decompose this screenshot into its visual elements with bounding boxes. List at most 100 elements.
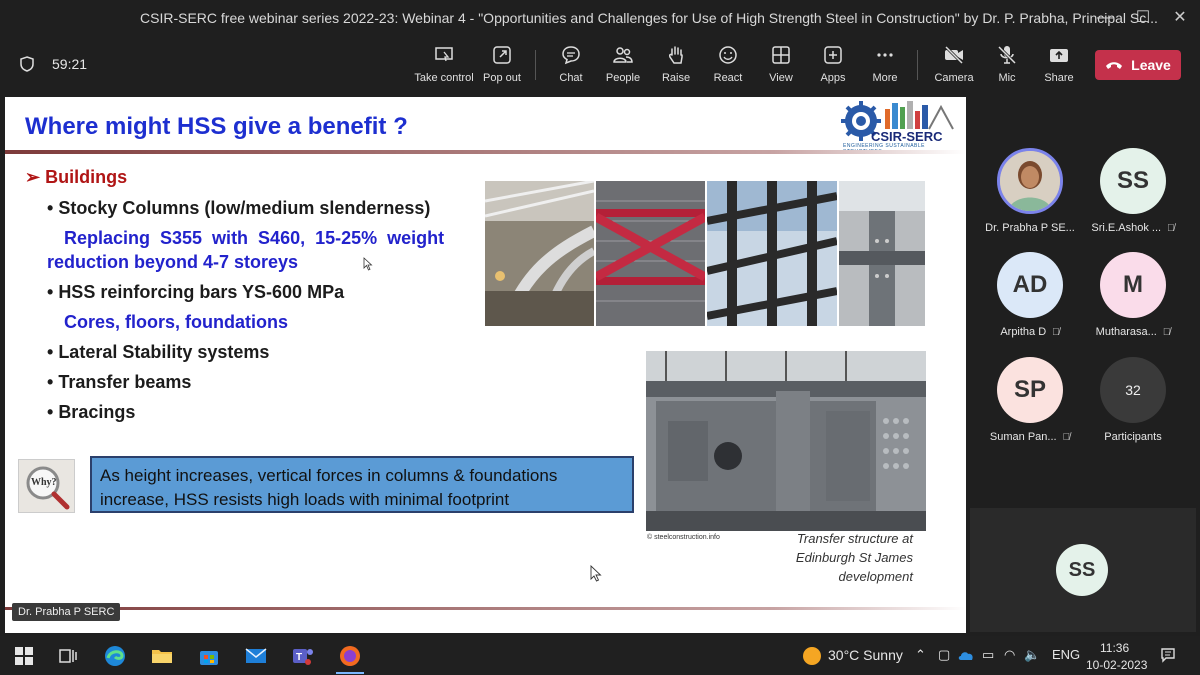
apps-label: Apps: [820, 72, 846, 84]
close-button[interactable]: ✕: [1160, 6, 1200, 30]
meeting-timer: 59:21: [20, 56, 87, 72]
battery-icon[interactable]: ▭: [982, 647, 994, 663]
avatar: AD: [997, 252, 1063, 318]
take-control-label: Take control: [414, 72, 474, 84]
speaker-muted-icon[interactable]: 🔈: [1024, 647, 1040, 663]
take-control-icon: [435, 47, 453, 62]
clock-time[interactable]: 11:36: [1100, 641, 1129, 655]
tray-apps-icon[interactable]: ▢: [938, 647, 950, 663]
apps-button[interactable]: Apps: [805, 44, 861, 90]
chat-label: Chat: [559, 72, 583, 84]
participant-name: Sri.E.Ashok ...: [1091, 222, 1162, 234]
callout-box: As height increases, vertical forces in …: [90, 456, 634, 513]
firefox-icon[interactable]: [338, 644, 362, 668]
camera-label: Camera: [934, 72, 974, 84]
presenter-name-tag: Dr. Prabha P SERC: [12, 603, 121, 621]
more-dots-icon: [877, 53, 893, 57]
more-label: More: [872, 72, 898, 84]
raise-hand-button[interactable]: Raise: [648, 44, 704, 90]
pop-out-label: Pop out: [483, 72, 521, 84]
camera-button[interactable]: Camera: [926, 44, 982, 90]
mic-button[interactable]: Mic: [979, 44, 1035, 90]
minimize-button[interactable]: —: [1085, 6, 1125, 30]
camera-off-icon: [944, 45, 964, 65]
sun-weather-icon: [803, 647, 821, 665]
participant-tile[interactable]: SS Sri.E.Ashok ... 🎙̸: [1083, 148, 1183, 234]
mic-off-icon: 🎙̸: [1167, 222, 1175, 234]
photo-column-joint: [839, 181, 925, 326]
maximize-button[interactable]: ☐: [1123, 6, 1163, 30]
add-apps-icon: [824, 46, 842, 64]
notification-icon[interactable]: [1160, 647, 1176, 663]
tray-chevron-icon[interactable]: ⌃: [915, 647, 926, 663]
photo-caption: Transfer structure at Edinburgh St James…: [775, 529, 913, 586]
bullet-text: Transfer beams: [58, 372, 192, 392]
pop-out-icon: [493, 46, 511, 64]
take-control-button[interactable]: Take control: [414, 44, 474, 90]
mic-off-icon: 🎙̸: [1162, 326, 1171, 338]
participant-tile[interactable]: SP Suman Pan... 🎙̸: [980, 357, 1080, 443]
participants-overflow-tile[interactable]: 32 Participants: [1083, 357, 1183, 443]
photo-transfer-structure: [646, 351, 926, 531]
edge-browser-icon[interactable]: [103, 644, 127, 668]
participant-tile[interactable]: Dr. Prabha P SE...: [980, 148, 1080, 234]
buildings-heading: ➢ Buildings: [25, 167, 128, 187]
mail-icon[interactable]: [244, 644, 268, 668]
caption-line: Transfer structure at: [796, 531, 913, 546]
file-explorer-icon[interactable]: [150, 644, 174, 668]
self-view: SS: [970, 508, 1196, 632]
buildings-heading-text: Buildings: [45, 167, 128, 187]
teams-icon[interactable]: T: [291, 644, 315, 668]
onedrive-cloud-icon[interactable]: [958, 649, 974, 661]
react-button[interactable]: React: [700, 44, 756, 90]
more-button[interactable]: More: [857, 44, 913, 90]
chat-button[interactable]: Chat: [543, 44, 599, 90]
share-button[interactable]: Share: [1031, 44, 1087, 90]
mouse-cursor-icon: [590, 565, 602, 582]
pop-out-button[interactable]: Pop out: [474, 44, 530, 90]
overflow-count: 32: [1100, 357, 1166, 423]
leave-button[interactable]: Leave: [1095, 50, 1181, 80]
view-button[interactable]: View: [753, 44, 809, 90]
mic-off-icon: 🎙̸: [1052, 326, 1060, 338]
leave-label: Leave: [1131, 57, 1171, 73]
participant-name: Suman Pan...: [989, 431, 1057, 443]
wifi-icon[interactable]: ◠: [1004, 647, 1015, 663]
windows-taskbar: T 30°C Sunny ⌃ ▢ ▭ ◠ 🔈 ENG 11:36 10-02-2…: [0, 636, 1200, 675]
bullet-text: Stocky Columns (low/medium slenderness): [58, 198, 431, 218]
bullet-transfer: • Transfer beams: [47, 372, 192, 392]
windows-start-icon[interactable]: [12, 644, 36, 668]
participant-tile[interactable]: AD Arpitha D 🎙̸: [980, 252, 1080, 338]
store-icon[interactable]: [197, 644, 221, 668]
participant-name: Dr. Prabha P SE...: [985, 222, 1075, 234]
logo-text: CSIR-SERC: [871, 129, 943, 144]
clock-date[interactable]: 10-02-2023: [1086, 658, 1147, 672]
toolbar-divider: [535, 50, 536, 80]
shared-slide: Where might HSS give a benefit ? CSIR-SE…: [5, 97, 966, 633]
meeting-toolbar: 59:21 Take control Pop out Chat People R…: [0, 36, 1200, 94]
people-button[interactable]: People: [595, 44, 651, 90]
timer-text: 59:21: [52, 56, 88, 72]
photo-steel-frame: [707, 181, 837, 326]
language-indicator[interactable]: ENG: [1052, 647, 1080, 662]
profile-photo-icon: [1000, 151, 1060, 211]
callout-line: As height increases, vertical forces in …: [100, 466, 558, 485]
bullet-text: HSS reinforcing bars YS-600 MPa: [58, 282, 345, 302]
avatar: SP: [997, 357, 1063, 423]
active-app-indicator: [336, 672, 364, 674]
mouse-cursor-icon: [363, 257, 373, 271]
smiley-icon: [719, 46, 737, 64]
photo-atrium: [485, 181, 594, 326]
bullet-stocky-columns: • Stocky Columns (low/medium slenderness…: [47, 198, 431, 218]
task-view-icon[interactable]: [56, 644, 80, 668]
footer-divider: [5, 607, 966, 610]
bullet-lateral: • Lateral Stability systems: [47, 342, 270, 362]
view-label: View: [769, 72, 793, 84]
participant-name: Arpitha D: [1000, 326, 1047, 338]
share-label: Share: [1044, 72, 1074, 84]
mic-off-icon: 🎙̸: [1062, 431, 1071, 443]
weather-text[interactable]: 30°C Sunny: [828, 647, 903, 663]
title-divider: [5, 150, 966, 154]
participant-tile[interactable]: M Mutharasa... 🎙̸: [1083, 252, 1183, 338]
window-titlebar: CSIR-SERC free webinar series 2022-23: W…: [0, 0, 1200, 36]
